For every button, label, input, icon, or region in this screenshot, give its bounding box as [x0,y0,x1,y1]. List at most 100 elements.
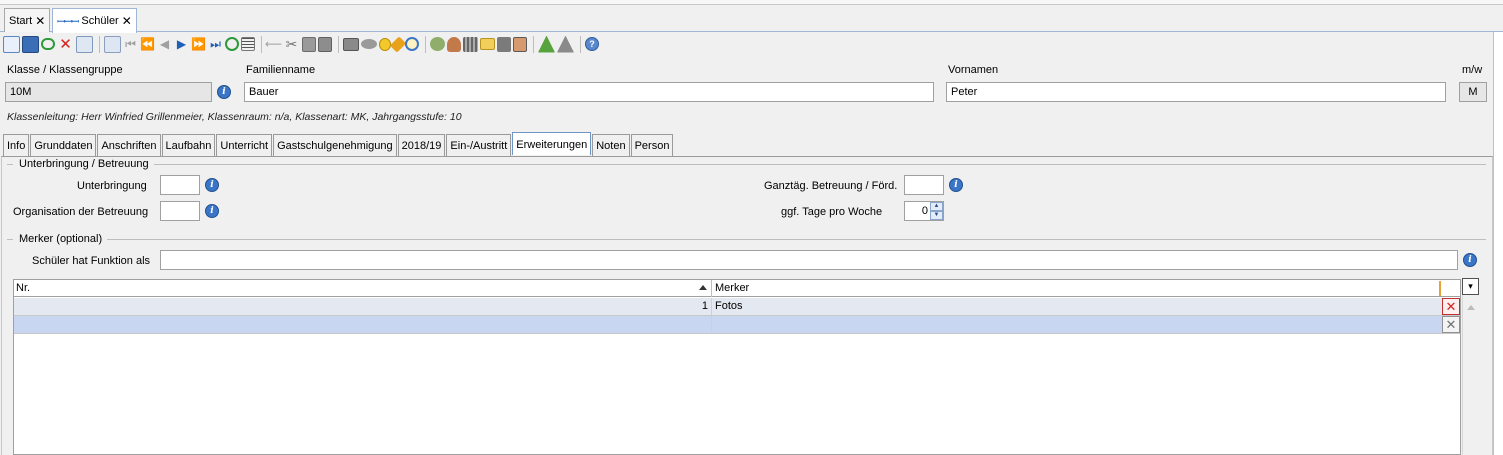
group-edit-icon[interactable] [430,37,445,51]
info-icon[interactable]: i [205,204,219,218]
cancel-edit-icon[interactable] [76,35,93,53]
back-icon[interactable]: ⟵ [265,36,282,53]
close-icon[interactable]: ✕ [122,14,132,28]
toolbar-separator [425,35,426,53]
tab-laufbahn[interactable]: Laufbahn [161,134,216,156]
info-icon[interactable]: i [949,178,963,192]
vornamen-label: Vornamen [948,64,999,76]
wizard-icon[interactable] [557,35,574,53]
klasse-field[interactable]: 10M [5,82,212,102]
column-resize-marker[interactable] [1439,281,1441,296]
new-record-icon[interactable] [3,35,20,53]
unterbringung-label: Unterbringung [77,180,147,192]
section-divider [107,239,1486,240]
organisation-label: Organisation der Betreuung [13,206,149,218]
toolbar: ✕ ⏮ ⏪ ◀ ▶ ⏩ ⏭ ⟵ ✂ ? [0,33,1503,55]
tab-noten[interactable]: Noten [592,134,630,156]
cell-nr[interactable]: 1 [14,298,712,315]
delete-row-icon[interactable]: ✕ [1442,316,1460,333]
ganztag-label: Ganztäg. Betreuung / Förd. [764,180,898,192]
toolbar-separator [338,35,339,53]
doc-tab-schueler[interactable]: ꟷꟷꟷ Schüler ✕ [52,8,137,33]
list-view-icon[interactable] [241,37,255,51]
tips-icon[interactable] [379,37,391,51]
doc-tab-start[interactable]: Start ✕ [4,8,51,32]
cell-nr[interactable] [14,316,712,333]
scroll-up-icon[interactable] [1467,305,1475,310]
tab-info[interactable]: Info [3,134,30,156]
tage-label: ggf. Tage pro Woche [781,206,883,218]
tree-icon[interactable] [538,35,555,53]
delete-icon[interactable]: ✕ [57,36,74,53]
info-icon[interactable]: i [205,178,219,192]
info-icon[interactable]: i [217,85,231,99]
next-record-icon[interactable]: ▶ [174,36,189,53]
tab-schuljahr[interactable]: 2018/19 [397,134,446,156]
tab-grunddaten[interactable]: Grunddaten [30,134,97,156]
tab-unterricht[interactable]: Unterricht [216,134,273,156]
tab-person[interactable]: Person [630,134,674,156]
organisation-field[interactable] [160,201,200,221]
klasse-label: Klasse / Klassengruppe [7,64,123,76]
content-tab-bar: Info Grunddaten Anschriften Laufbahn Unt… [3,132,674,156]
column-header-nr-label: Nr. [16,282,31,294]
info-icon[interactable]: i [1463,253,1477,267]
tab-gastschulgenehmigung[interactable]: Gastschulgenehmigung [273,134,397,156]
help-icon[interactable]: ? [585,37,599,51]
cell-merker[interactable] [713,316,1440,333]
funktion-label: Schüler hat Funktion als [32,255,151,267]
unterbringung-field[interactable] [160,175,200,195]
toolbar-separator [533,35,534,53]
export-icon[interactable] [480,38,495,50]
spin-down-icon[interactable]: ▼ [930,211,943,220]
column-header-merker[interactable]: Merker [713,280,1440,297]
section-divider [7,239,13,240]
copy-icon[interactable] [302,36,316,52]
grid-icon[interactable] [463,36,478,52]
column-chooser-icon[interactable]: ▾ [1462,278,1479,295]
spin-up-icon[interactable]: ▲ [930,202,943,211]
familienname-field[interactable]: Bauer [244,82,934,102]
clean-icon[interactable] [389,35,407,53]
table-scrollbar[interactable] [1462,279,1479,455]
last-record-icon[interactable]: ⏭ [208,36,223,53]
ganztag-field[interactable] [904,175,944,195]
merker-section-title: Merker (optional) [19,233,103,245]
refresh-icon[interactable] [225,37,239,51]
students-icon: ꟷꟷꟷ [57,17,79,28]
first-record-icon[interactable]: ⏮ [123,36,138,53]
undo-icon[interactable] [41,38,55,50]
column-header-nr[interactable]: Nr. [14,280,712,297]
prev-record-icon[interactable]: ◀ [157,36,172,53]
prev-page-icon[interactable]: ⏪ [140,36,155,53]
vornamen-field[interactable]: Peter [946,82,1446,102]
tage-spinner[interactable]: 0 ▲ ▼ [904,201,944,221]
users-icon[interactable] [447,36,461,52]
book-icon[interactable] [497,36,511,52]
contact-card-icon[interactable] [513,36,527,52]
table-row-new[interactable]: ✕ [14,316,1460,334]
table-row[interactable]: 1 Fotos ✕ [14,298,1460,316]
section-divider [154,164,1486,165]
copy-record-icon[interactable] [104,35,121,53]
cell-merker[interactable]: Fotos [713,298,1440,315]
toolbar-separator [99,35,100,53]
report-icon[interactable] [361,39,377,49]
tab-anschriften[interactable]: Anschriften [97,134,161,156]
cut-icon[interactable]: ✂ [283,36,300,53]
tab-ein-austritt[interactable]: Ein-/Austritt [446,134,512,156]
familienname-label: Familienname [246,64,316,76]
paste-icon[interactable] [318,36,332,52]
print-icon[interactable] [343,37,359,51]
delete-row-icon[interactable]: ✕ [1442,298,1460,315]
mw-field[interactable]: M [1459,82,1487,102]
tab-erweiterungen[interactable]: Erweiterungen [512,132,592,155]
next-page-icon[interactable]: ⏩ [191,36,206,53]
unterbringung-section-title: Unterbringung / Betreuung [19,158,149,170]
table-header: Nr. Merker [14,280,1460,297]
alarm-icon[interactable] [405,37,419,51]
save-icon[interactable] [22,35,39,53]
funktion-field[interactable] [160,250,1458,270]
toolbar-separator [261,35,262,53]
close-icon[interactable]: ✕ [35,14,45,28]
